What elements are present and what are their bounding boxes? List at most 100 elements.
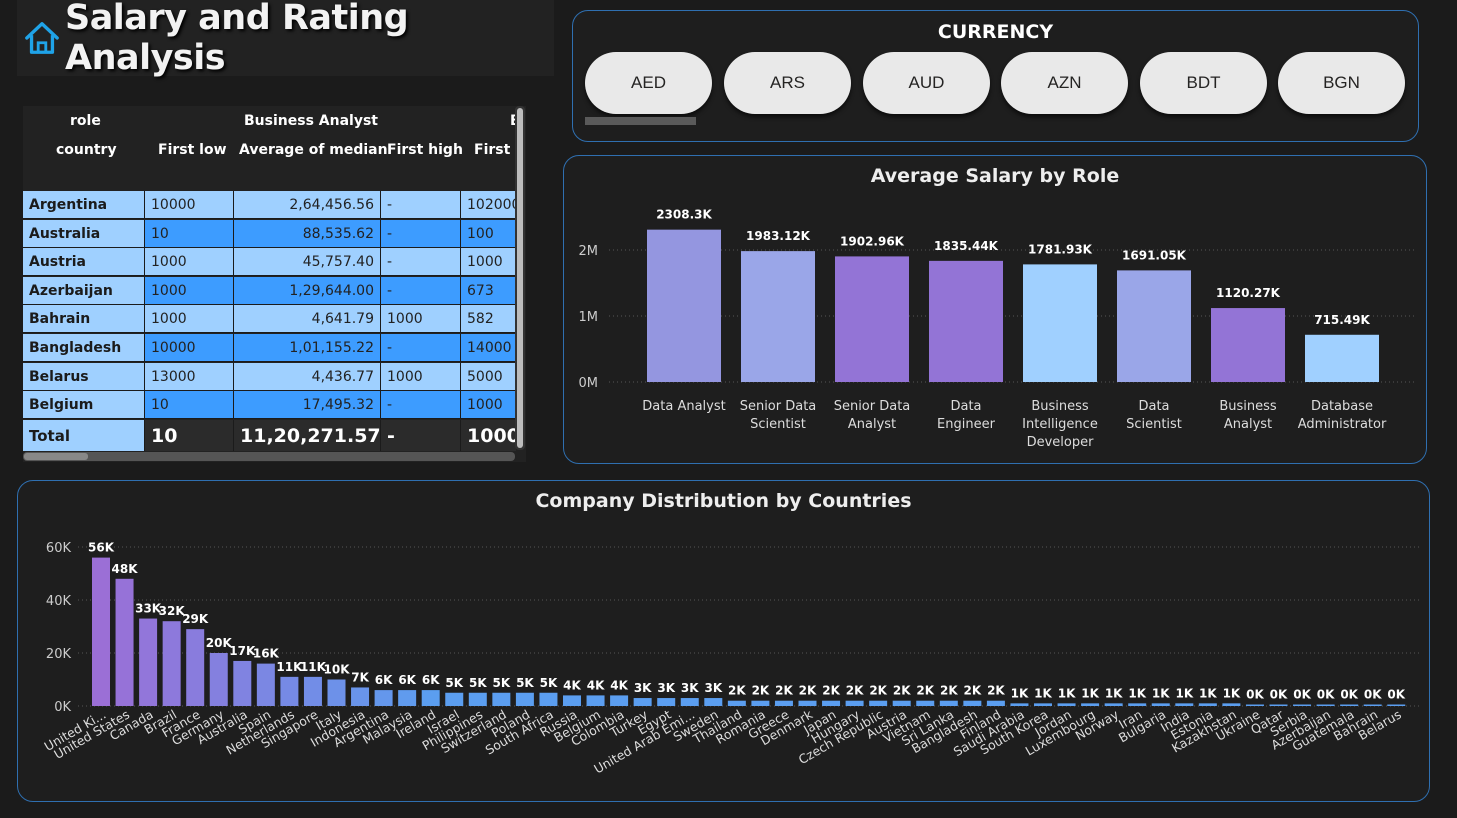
country-bar[interactable]: [1175, 703, 1194, 706]
country-bar[interactable]: [1387, 704, 1406, 707]
country-bar[interactable]: [680, 698, 699, 706]
country-bar[interactable]: [162, 621, 181, 706]
country-bar[interactable]: [492, 692, 511, 706]
country-cell[interactable]: Bangladesh: [23, 334, 145, 362]
country-bar[interactable]: [1128, 703, 1147, 706]
country-bar[interactable]: [209, 653, 228, 706]
country-bar[interactable]: [892, 700, 911, 706]
country-bar[interactable]: [1057, 703, 1076, 706]
country-bar[interactable]: [657, 698, 676, 706]
country-bar[interactable]: [610, 695, 629, 706]
country-label[interactable]: country: [56, 138, 117, 162]
role-group-business-analyst[interactable]: Business Analyst: [244, 109, 378, 133]
home-icon[interactable]: [23, 18, 61, 58]
currency-aud-button[interactable]: AUD: [863, 52, 990, 114]
country-bar[interactable]: [1222, 703, 1241, 706]
country-bar[interactable]: [939, 700, 958, 706]
country-bar[interactable]: [186, 629, 205, 706]
currency-bdt-button[interactable]: BDT: [1140, 52, 1267, 114]
country-bar[interactable]: [115, 578, 134, 706]
country-bar[interactable]: [515, 692, 534, 706]
country-bar[interactable]: [916, 700, 935, 706]
country-bar[interactable]: [1316, 704, 1335, 707]
country-bar[interactable]: [1363, 704, 1382, 707]
country-bar[interactable]: [845, 700, 864, 706]
country-bar[interactable]: [398, 690, 417, 706]
country-bar[interactable]: [563, 695, 581, 706]
country-cell[interactable]: Bahrain: [23, 305, 145, 334]
country-bar[interactable]: [986, 700, 1005, 706]
country-bar[interactable]: [1151, 703, 1170, 706]
country-bar[interactable]: [727, 700, 746, 706]
country-bar[interactable]: [963, 700, 982, 706]
table-row[interactable]: Bahrain 1000 4,641.79 1000 582: [23, 305, 516, 334]
col-first-low[interactable]: First low: [158, 138, 227, 162]
col-first-high[interactable]: First high: [387, 138, 463, 162]
salary-bar[interactable]: [647, 229, 721, 382]
country-bar[interactable]: [351, 687, 370, 706]
country-bar[interactable]: [445, 692, 464, 706]
country-bar[interactable]: [468, 692, 487, 706]
currency-bgn-button[interactable]: BGN: [1278, 52, 1405, 114]
table-row[interactable]: Bangladesh 10000 1,01,155.22-14000: [23, 334, 516, 362]
country-bar[interactable]: [256, 663, 275, 706]
currency-aed-button[interactable]: AED: [585, 52, 712, 114]
country-bar[interactable]: [633, 698, 652, 706]
country-bar[interactable]: [233, 660, 252, 706]
country-bar[interactable]: [421, 690, 440, 706]
country-bar[interactable]: [280, 676, 299, 706]
currency-azn-button[interactable]: AZN: [1001, 52, 1128, 114]
salary-bar[interactable]: [1211, 308, 1285, 382]
salary-bar[interactable]: [1305, 334, 1379, 382]
country-cell[interactable]: Australia: [23, 219, 145, 248]
country-cell[interactable]: Azerbaijan: [23, 276, 145, 305]
country-bar[interactable]: [704, 698, 723, 706]
country-bar[interactable]: [1293, 704, 1312, 707]
country-cell[interactable]: Austria: [23, 248, 145, 277]
country-bar[interactable]: [751, 700, 770, 706]
country-bar[interactable]: [139, 618, 158, 706]
country-bar[interactable]: [869, 700, 888, 706]
country-bar[interactable]: [539, 692, 558, 706]
table-row[interactable]: Australia 10 88,535.62-100: [23, 219, 516, 248]
salary-matrix-table[interactable]: role Business Analyst B country First lo…: [23, 106, 526, 462]
table-row[interactable]: Belarus 13000 4,436.77 1000 5000: [23, 362, 516, 391]
salary-bar[interactable]: [1117, 270, 1191, 382]
table-row[interactable]: Argentina 10000 2,64,456.56-102000: [23, 191, 516, 219]
country-bar[interactable]: [1010, 703, 1029, 706]
country-bar[interactable]: [1198, 703, 1217, 706]
currency-ars-button[interactable]: ARS: [724, 52, 851, 114]
table-row[interactable]: Azerbaijan 1000 1,29,644.00-673: [23, 276, 516, 305]
country-cell[interactable]: Argentina: [23, 191, 145, 219]
country-bar[interactable]: [1340, 704, 1359, 707]
col-average-of-median[interactable]: Average of median: [239, 138, 388, 162]
country-bar[interactable]: [1081, 703, 1100, 706]
currency-scrollbar[interactable]: [585, 117, 696, 125]
country-bar[interactable]: [774, 700, 793, 706]
matrix-vertical-scrollbar[interactable]: [515, 106, 525, 450]
salary-bar[interactable]: [741, 251, 815, 382]
horizontal-scroll-thumb[interactable]: [24, 453, 88, 460]
country-bar[interactable]: [92, 557, 110, 706]
matrix-horizontal-scrollbar[interactable]: [23, 452, 515, 461]
country-cell[interactable]: Belarus: [23, 362, 145, 391]
col-first-low-next[interactable]: First lo: [474, 138, 516, 162]
country-bar[interactable]: [1269, 704, 1288, 707]
vertical-scroll-thumb[interactable]: [517, 108, 523, 448]
country-bar[interactable]: [586, 695, 605, 706]
salary-bar[interactable]: [835, 256, 909, 382]
country-bar[interactable]: [1245, 704, 1264, 707]
table-row[interactable]: Austria 1000 45,757.40-1000: [23, 248, 516, 277]
country-bar[interactable]: [1104, 703, 1123, 706]
country-bar[interactable]: [327, 679, 346, 707]
country-bar[interactable]: [798, 700, 817, 706]
country-cell[interactable]: Belgium: [23, 391, 145, 420]
company-bar-chart[interactable]: 0K20K40K60K 56KUnited Ki...48KUnited Stat…: [18, 481, 1429, 801]
country-bar[interactable]: [1034, 703, 1052, 706]
salary-bar-chart[interactable]: 0M 1M 2M 2308.3K Data Analyst 1983.12K Senior …: [564, 156, 1426, 463]
country-bar[interactable]: [822, 700, 841, 706]
country-bar[interactable]: [374, 690, 393, 706]
country-bar[interactable]: [303, 676, 322, 706]
salary-bar[interactable]: [929, 260, 1003, 382]
table-row[interactable]: Belgium 10 17,495.32-1000: [23, 391, 516, 420]
